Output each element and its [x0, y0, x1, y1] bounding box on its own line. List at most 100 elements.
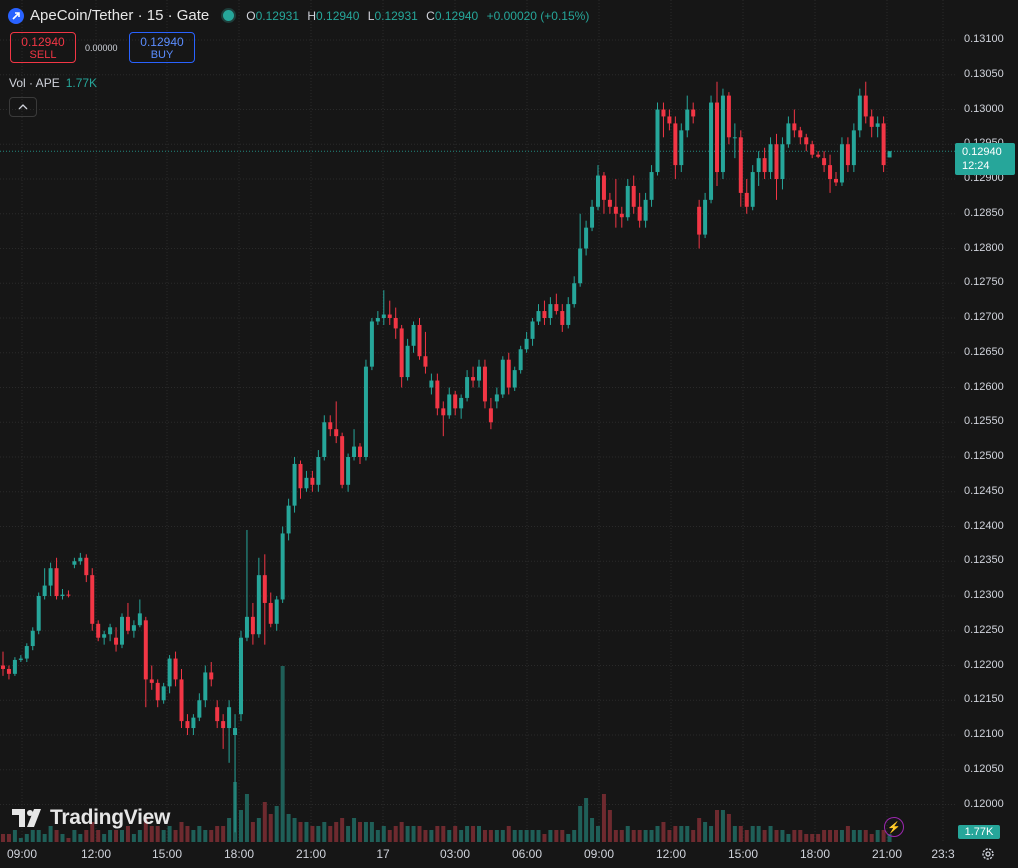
candle-body [108, 627, 113, 635]
volume-bar [637, 830, 642, 842]
volume-bar [346, 826, 351, 842]
volume-bar [274, 806, 279, 842]
candle-body [227, 707, 232, 729]
buy-button[interactable]: 0.12940 BUY [129, 32, 195, 63]
volume-bar [244, 794, 249, 842]
candle-body [810, 144, 815, 155]
volume-bar [42, 834, 47, 842]
candle-body [762, 158, 767, 173]
price-tick-label: 0.12850 [964, 206, 1004, 219]
candle-body [393, 318, 398, 329]
volume-bar [500, 830, 505, 842]
time-tick-label: 15:00 [151, 847, 183, 861]
candle-body [417, 324, 422, 357]
candle-body [738, 137, 743, 193]
candle-body [179, 679, 184, 722]
candle-body [149, 679, 154, 683]
candle-body [643, 199, 648, 221]
symbol-title[interactable]: ApeCoin/Tether · 15 · Gate [30, 7, 209, 24]
candle-body [720, 95, 725, 173]
candle-body [768, 144, 773, 173]
collapse-legend-button[interactable] [9, 97, 37, 117]
price-chart[interactable] [0, 0, 1018, 868]
candle-body [703, 199, 708, 235]
candle-body [90, 575, 95, 624]
volume-bar [709, 826, 714, 842]
candle-body [304, 477, 309, 489]
volume-bar [256, 818, 261, 842]
sell-button[interactable]: 0.12940 SELL [10, 32, 76, 63]
lightning-icon[interactable]: ⚡ [884, 817, 904, 837]
candle-body [268, 602, 273, 624]
volume-bar [78, 834, 83, 842]
volume-bar [352, 818, 357, 842]
symbol-header: ApeCoin/Tether · 15 · Gate O0.12931 H0.1… [8, 7, 594, 24]
volume-bar [262, 802, 267, 842]
volume-bar [1, 834, 5, 842]
candle-body [167, 658, 172, 687]
volume-bar [114, 830, 119, 842]
candle-body [441, 408, 446, 416]
volume-bar [417, 826, 422, 842]
volume-bar [750, 826, 755, 842]
candle-body [78, 557, 83, 562]
price-tick-label: 0.12350 [964, 554, 1004, 567]
volume-bar [381, 826, 386, 842]
price-tick-label: 0.12750 [964, 276, 1004, 289]
volume-bar [601, 794, 606, 842]
price-tick-label: 0.12200 [964, 658, 1004, 671]
volume-bar [667, 830, 672, 842]
candle-body [84, 557, 89, 576]
volume-bar [375, 830, 380, 842]
candle-body [292, 463, 297, 506]
candle-body [131, 625, 136, 631]
candle-body [209, 672, 214, 680]
candle-body [114, 637, 119, 645]
candle-body [96, 623, 101, 638]
volume-legend-label: Vol · APE [9, 76, 60, 90]
volume-bar [613, 830, 618, 842]
volume-bar [715, 810, 719, 842]
candle-body [732, 137, 737, 139]
volume-bar [358, 822, 362, 842]
volume-bar [673, 826, 678, 842]
candle-body [548, 304, 553, 318]
time-tick-label: 21:00 [871, 847, 903, 861]
gear-icon[interactable] [981, 847, 995, 861]
volume-bar [435, 826, 440, 842]
candle-body [143, 620, 148, 680]
candle-body [274, 599, 279, 624]
price-tick-label: 0.12000 [964, 797, 1004, 810]
tradingview-logo[interactable]: TradingView [12, 806, 170, 830]
volume-bar [631, 830, 636, 842]
candle-body [286, 505, 291, 534]
candle-body [72, 561, 77, 565]
volume-bar [221, 826, 226, 842]
volume-bar [619, 830, 624, 842]
volume-bar [869, 834, 874, 842]
candle-body [512, 370, 517, 388]
volume-bar [863, 830, 868, 842]
candle-body [173, 658, 178, 680]
price-tick-label: 0.12600 [964, 380, 1004, 393]
volume-bar [697, 818, 702, 842]
candle-body [42, 585, 47, 596]
volume-bar [584, 798, 589, 842]
volume-bar [744, 830, 749, 842]
volume-bar [173, 830, 178, 842]
volume-bar [369, 822, 374, 842]
volume-bar [340, 818, 345, 842]
volume-legend[interactable]: Vol · APE 1.77K [9, 76, 97, 90]
candle-body [834, 179, 838, 183]
candle-body [590, 206, 595, 228]
candle-body [298, 463, 303, 489]
volume-bar [703, 822, 708, 842]
volume-bar [482, 830, 487, 842]
candle-body [685, 109, 690, 131]
volume-bar [268, 814, 273, 842]
volume-bar [471, 826, 476, 842]
volume-bar [477, 826, 481, 842]
volume-bar [536, 830, 541, 842]
candle-body [381, 314, 386, 318]
volume-bar [191, 830, 196, 842]
